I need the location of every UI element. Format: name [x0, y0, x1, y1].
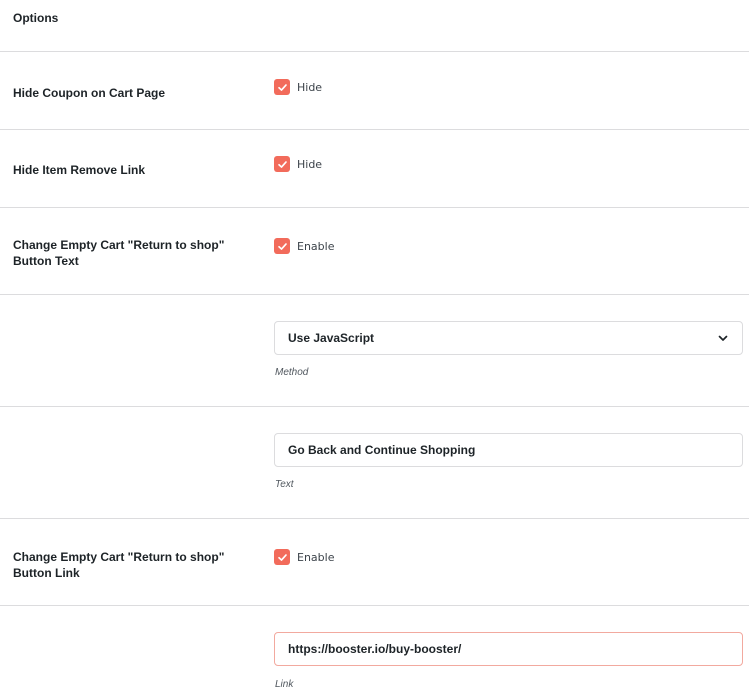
- divider: [0, 518, 749, 519]
- hide-item-remove-link-label: Hide Item Remove Link: [13, 163, 146, 177]
- checkbox-checked[interactable]: [274, 79, 290, 95]
- button-link-input-value: https://booster.io/buy-booster/: [288, 642, 462, 656]
- checkbox-checked[interactable]: [274, 238, 290, 254]
- button-text-input-value: Go Back and Continue Shopping: [288, 443, 476, 457]
- checkbox-label: Hide: [297, 80, 323, 94]
- options-section-title: Options: [13, 11, 59, 25]
- change-button-text-checkbox[interactable]: Enable: [274, 238, 334, 254]
- method-select-value: Use JavaScript: [288, 331, 375, 345]
- button-text-input[interactable]: Go Back and Continue Shopping: [274, 433, 743, 467]
- checkbox-label: Enable: [297, 550, 335, 564]
- button-link-input[interactable]: https://booster.io/buy-booster/: [274, 632, 743, 666]
- method-hint: Method: [275, 367, 309, 378]
- checkbox-label: Enable: [297, 239, 335, 253]
- change-button-link-label: Change Empty Cart "Return to shop" Butto…: [13, 550, 225, 580]
- checkmark-icon: [277, 160, 287, 168]
- link-hint: Link: [275, 679, 294, 690]
- checkbox-label: Hide: [297, 157, 323, 171]
- checkmark-icon: [277, 553, 287, 561]
- hide-coupon-label: Hide Coupon on Cart Page: [13, 86, 166, 100]
- chevron-down-icon: [717, 332, 729, 344]
- divider: [0, 406, 749, 407]
- change-button-text-label: Change Empty Cart "Return to shop" Butto…: [13, 238, 225, 268]
- divider: [0, 207, 749, 208]
- checkbox-checked[interactable]: [274, 156, 290, 172]
- checkbox-checked[interactable]: [274, 549, 290, 565]
- divider: [0, 129, 749, 130]
- hide-item-remove-link-checkbox[interactable]: Hide: [274, 156, 322, 172]
- hide-coupon-checkbox[interactable]: Hide: [274, 79, 322, 95]
- checkmark-icon: [277, 83, 287, 91]
- method-select[interactable]: Use JavaScript: [274, 321, 743, 355]
- checkmark-icon: [277, 242, 287, 250]
- divider: [0, 605, 749, 606]
- divider: [0, 294, 749, 295]
- change-button-link-checkbox[interactable]: Enable: [274, 549, 334, 565]
- text-hint: Text: [275, 479, 294, 490]
- divider: [0, 51, 749, 52]
